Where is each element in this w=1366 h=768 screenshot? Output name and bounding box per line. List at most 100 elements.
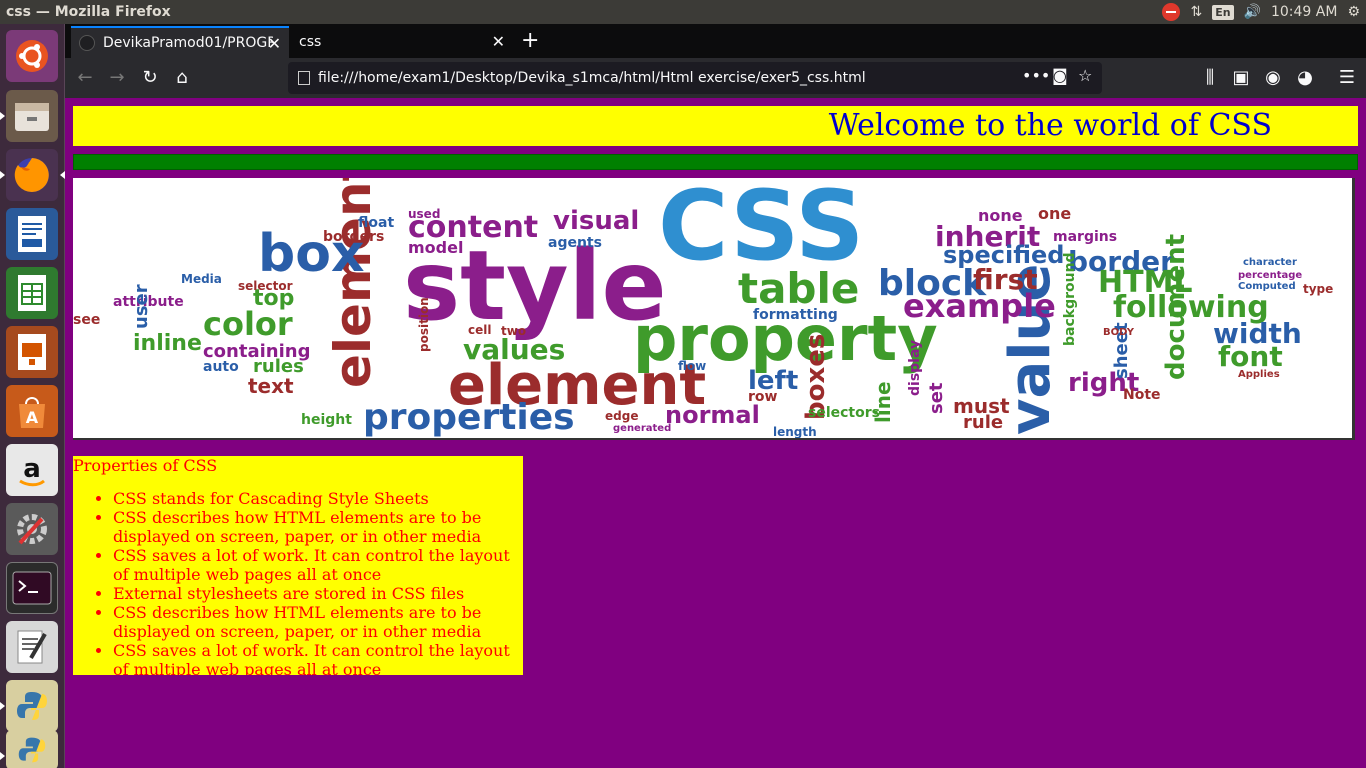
list-item: External stylesheets are stored in CSS f… — [113, 584, 523, 603]
wordcloud-word: float — [358, 215, 395, 231]
wordcloud-word: type — [1303, 282, 1334, 296]
wordcloud-word: margins — [1053, 229, 1118, 245]
terminal-icon[interactable] — [6, 562, 58, 614]
wordcloud-word: normal — [665, 401, 760, 429]
window-title: css — Mozilla Firefox — [6, 4, 171, 20]
network-icon[interactable]: ⇅ — [1190, 4, 1202, 20]
pocket-icon[interactable]: ◙ — [1052, 66, 1068, 85]
volume-icon[interactable]: 🔊 — [1244, 4, 1261, 20]
wordcloud-word: none — [978, 206, 1023, 225]
wordcloud-word: edge — [605, 409, 639, 423]
wordcloud-word: first — [973, 263, 1038, 296]
files-icon[interactable] — [0, 90, 58, 142]
clock[interactable]: 10:49 AM — [1271, 4, 1337, 20]
url-bar[interactable]: file:///home/exam1/Desktop/Devika_s1mca/… — [288, 62, 1102, 94]
home-button[interactable]: ⌂ — [170, 66, 194, 90]
libreoffice-writer-icon[interactable] — [6, 208, 58, 260]
page-actions-icon[interactable]: ••• — [1022, 66, 1050, 85]
github-icon — [79, 35, 95, 51]
wordcloud-word: flow — [678, 359, 707, 373]
forward-button[interactable]: → — [105, 66, 129, 90]
python-file-icon[interactable] — [0, 680, 58, 732]
settings-gear-icon[interactable]: ⚙ — [1347, 4, 1360, 20]
wordcloud-word: CSS — [658, 178, 865, 282]
top-panel: css — Mozilla Firefox ⇅ En 🔊 10:49 AM ⚙ — [0, 0, 1366, 24]
tab-css[interactable]: css ✕ — [289, 26, 513, 58]
wordcloud-word: generated — [613, 423, 672, 434]
wordcloud-word: auto — [203, 359, 239, 375]
menu-icon[interactable]: ☰ — [1335, 66, 1359, 90]
tab-github[interactable]: DevikaPramod01/PROGR ✕ — [71, 26, 289, 58]
python-file-icon-2[interactable] — [0, 730, 58, 768]
svg-text:a: a — [23, 454, 41, 484]
reload-button[interactable]: ↻ — [138, 66, 162, 90]
page-icon — [298, 71, 310, 85]
wordcloud-word: borders — [323, 229, 385, 245]
tab-title: DevikaPramod01/PROGR — [103, 35, 273, 51]
keyboard-layout[interactable]: En — [1212, 4, 1234, 20]
list-item: CSS describes how HTML elements are to b… — [113, 508, 523, 546]
new-tab-button[interactable]: + — [521, 28, 539, 53]
ubuntu-dash-icon[interactable] — [6, 30, 58, 82]
tab-title: css — [299, 34, 322, 50]
wordcloud-word: specified — [943, 241, 1065, 269]
library-icon[interactable]: ⫼ — [1198, 66, 1222, 90]
back-button[interactable]: ← — [73, 66, 97, 90]
extension-icon[interactable]: ◕ — [1293, 66, 1317, 90]
libreoffice-impress-icon[interactable] — [6, 326, 58, 378]
wordcloud-word: model — [408, 238, 464, 257]
wordcloud-word: position — [417, 297, 431, 352]
wordcloud-word: set — [926, 382, 947, 414]
wordcloud-word: character — [1243, 257, 1297, 268]
svg-text:A: A — [26, 408, 39, 427]
list-item: CSS saves a lot of work. It can control … — [113, 641, 523, 675]
wordcloud-word: Note — [1123, 387, 1161, 403]
firefox-icon[interactable] — [0, 149, 65, 201]
header-bar: Welcome to the world of CSS — [73, 106, 1358, 146]
wordcloud-word: values — [463, 333, 566, 366]
update-stop-icon[interactable] — [1162, 3, 1181, 21]
page-heading: Welcome to the world of CSS — [828, 108, 1272, 143]
sidebar-icon[interactable]: ▣ — [1229, 66, 1253, 90]
ubuntu-software-icon[interactable]: A — [6, 385, 58, 437]
list-item: CSS describes how HTML elements are to b… — [113, 603, 523, 641]
green-bar — [73, 154, 1358, 170]
wordcloud-word: text — [248, 374, 294, 398]
wordcloud-word: cell — [468, 323, 492, 337]
wordcloud-word: properties — [363, 397, 575, 438]
wordcloud-word: table — [738, 264, 860, 313]
wordcloud-word: height — [301, 412, 352, 428]
properties-box: Properties of CSS CSS stands for Cascadi… — [73, 456, 523, 675]
wordcloud-word: row — [748, 389, 778, 405]
wordcloud-word: display — [907, 339, 923, 396]
wordcloud-word: percentage — [1238, 270, 1303, 281]
wordcloud-word: Media — [181, 272, 222, 286]
wordcloud-word: length — [773, 425, 817, 439]
close-tab-icon[interactable]: ✕ — [268, 34, 281, 53]
wordcloud-word: rule — [963, 412, 1004, 433]
libreoffice-calc-icon[interactable] — [6, 267, 58, 319]
list-item: CSS saves a lot of work. It can control … — [113, 546, 523, 584]
amazon-icon[interactable]: a — [6, 444, 58, 496]
wordcloud-word: color — [203, 305, 293, 343]
properties-title: Properties of CSS — [73, 456, 218, 475]
account-icon[interactable]: ◉ — [1261, 66, 1285, 90]
wordcloud-word: line — [871, 381, 895, 423]
tab-bar: DevikaPramod01/PROGR ✕ css ✕ + — [65, 24, 1366, 58]
close-tab-icon[interactable]: ✕ — [492, 32, 505, 51]
wordcloud-word: see — [73, 312, 101, 328]
text-editor-icon[interactable] — [6, 621, 58, 673]
wordcloud-word: two — [501, 324, 527, 338]
wordcloud-word: BODY — [1103, 327, 1134, 338]
wordcloud-word: inline — [133, 331, 202, 356]
nav-bar: ← → ↻ ⌂ file:///home/exam1/Desktop/Devik… — [65, 58, 1366, 98]
wordcloud-word: agents — [548, 235, 602, 251]
css-wordcloud-image: CSS style property element elements box table b… — [73, 178, 1355, 440]
url-text[interactable]: file:///home/exam1/Desktop/Devika_s1mca/… — [318, 70, 866, 86]
properties-list: CSS stands for Cascading Style Sheets CS… — [73, 489, 523, 675]
wordcloud-word: user — [131, 284, 152, 329]
list-item: CSS stands for Cascading Style Sheets — [113, 489, 523, 508]
wordcloud-word: used — [408, 207, 441, 221]
system-settings-icon[interactable] — [6, 503, 58, 555]
bookmark-star-icon[interactable]: ☆ — [1078, 66, 1092, 85]
